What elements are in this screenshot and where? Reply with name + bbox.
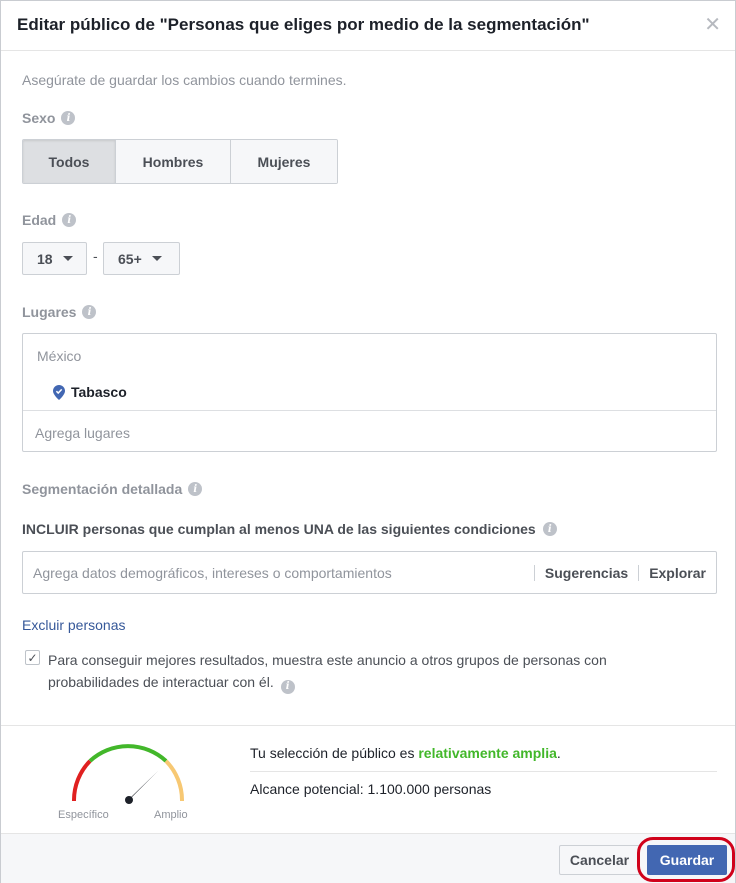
info-icon[interactable]: i xyxy=(542,522,557,536)
potential-reach: Alcance potencial: 1.100.000 personas xyxy=(250,781,492,797)
places-label: Lugares xyxy=(22,304,77,320)
places-box: México Tabasco xyxy=(22,333,717,452)
suggestions-button[interactable]: Sugerencias xyxy=(535,565,638,581)
detailed-section-label: Segmentación detallada i xyxy=(22,481,203,497)
dialog-header: Editar público de "Personas que eliges p… xyxy=(1,1,735,51)
dialog-title: Editar público de "Personas que eliges p… xyxy=(17,15,590,34)
places-divider xyxy=(23,410,716,411)
places-section-label: Lugares i xyxy=(22,304,97,320)
gender-option-women[interactable]: Mujeres xyxy=(231,140,337,183)
info-icon[interactable]: i xyxy=(62,213,77,227)
expansion-checkbox[interactable]: ✓ xyxy=(25,650,40,665)
gender-label: Sexo xyxy=(22,110,56,126)
summary-suffix: . xyxy=(556,745,561,761)
age-max-select[interactable]: 65+ xyxy=(103,242,180,275)
chevron-down-icon xyxy=(62,256,73,261)
chevron-down-icon xyxy=(151,256,162,261)
age-max-value: 65+ xyxy=(118,250,142,267)
add-places-input[interactable] xyxy=(35,422,705,444)
exclude-people-link[interactable]: Excluir personas xyxy=(22,617,126,633)
save-hint: Asegúrate de guardar los cambios cuando … xyxy=(22,72,347,88)
place-item[interactable]: Tabasco xyxy=(53,384,127,400)
summary-prefix: Tu selección de público es xyxy=(250,745,419,761)
gauge-specific-label: Específico xyxy=(58,809,109,821)
audience-size-gauge: Específico Amplio xyxy=(56,739,201,829)
include-conditions-label: INCLUIR personas que cumplan al menos UN… xyxy=(22,521,557,537)
gender-option-men[interactable]: Hombres xyxy=(116,140,231,183)
checkmark-icon: ✓ xyxy=(27,650,38,665)
detailed-targeting-box: Sugerencias Explorar xyxy=(22,551,717,594)
places-country: México xyxy=(37,348,82,364)
age-min-select[interactable]: 18 xyxy=(22,242,87,275)
cancel-button[interactable]: Cancelar xyxy=(559,845,640,875)
gender-selector: Todos Hombres Mujeres xyxy=(22,139,338,184)
place-item-label: Tabasco xyxy=(71,384,127,400)
gauge-broad-label: Amplio xyxy=(154,809,188,821)
expansion-text-label: Para conseguir mejores resultados, muest… xyxy=(48,652,607,690)
location-pin-icon xyxy=(53,384,65,400)
detailed-targeting-input[interactable] xyxy=(23,552,534,593)
gauge-meter xyxy=(71,744,185,804)
gender-section-label: Sexo i xyxy=(22,110,76,126)
expansion-text: Para conseguir mejores resultados, muest… xyxy=(48,649,668,694)
save-button[interactable]: Guardar xyxy=(647,845,727,875)
footer-divider xyxy=(1,725,735,726)
info-icon[interactable]: i xyxy=(188,482,203,496)
age-min-value: 18 xyxy=(37,250,53,267)
explore-button[interactable]: Explorar xyxy=(639,565,716,581)
info-icon[interactable]: i xyxy=(82,305,97,319)
include-label-text: INCLUIR personas que cumplan al menos UN… xyxy=(22,521,536,537)
summary-breadth: relativamente amplia xyxy=(418,745,557,761)
edit-audience-dialog: Editar público de "Personas que eliges p… xyxy=(0,0,736,883)
summary-divider xyxy=(250,771,717,772)
detailed-label: Segmentación detallada xyxy=(22,481,183,497)
age-separator: - xyxy=(93,248,98,264)
age-section-label: Edad i xyxy=(22,212,77,228)
gender-option-all[interactable]: Todos xyxy=(23,140,116,183)
info-icon[interactable]: i xyxy=(61,111,76,125)
audience-summary: Tu selección de público es relativamente… xyxy=(250,745,561,761)
info-icon[interactable]: i xyxy=(280,680,295,694)
age-label: Edad xyxy=(22,212,57,228)
close-icon[interactable]: ✕ xyxy=(704,15,721,35)
